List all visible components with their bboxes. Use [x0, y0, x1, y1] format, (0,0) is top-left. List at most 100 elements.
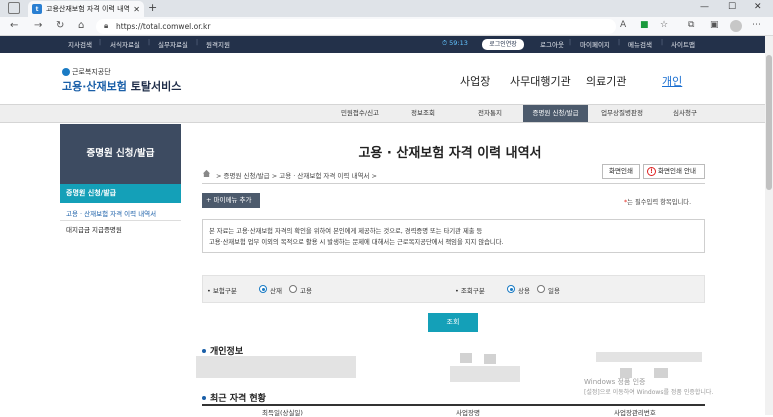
- windows-activation-watermark-text: [설정]으로 이동하여 Windows를 정품 인증합니다.: [584, 389, 714, 396]
- print-guide-label: 화면인쇄 안내: [658, 167, 696, 175]
- browser-tab-bar: t 고용산재보험 자격 이력 내역서 ✕ + — ☐ ✕: [0, 0, 773, 17]
- menu-certificate[interactable]: 증명원 신청/발급: [523, 105, 588, 122]
- sidebar-icon[interactable]: ▣: [710, 20, 719, 30]
- more-options-icon[interactable]: ⋯: [752, 20, 761, 30]
- sidebar-item-qualification-history[interactable]: 고용 · 산재보험 자격 이력 내역서: [60, 208, 181, 218]
- tab-close-icon[interactable]: ✕: [133, 5, 140, 14]
- gnb-agency[interactable]: 사무대행기관: [510, 73, 571, 89]
- extension-icon[interactable]: ■: [640, 20, 649, 30]
- url-text: https://total.comwel.or.kr: [116, 22, 211, 31]
- sidebar-selected-category[interactable]: 증명원 신청/발급: [60, 184, 181, 203]
- radio-industrial[interactable]: [259, 285, 267, 293]
- menu-occupational-disease[interactable]: 업무상질병판정: [592, 105, 652, 122]
- forward-icon[interactable]: →: [34, 20, 42, 31]
- profile-avatar[interactable]: [730, 20, 742, 32]
- breadcrumb-sep: >: [216, 172, 222, 180]
- breadcrumb-item-current[interactable]: 고용 · 산재보험 자격 이력 내역서: [279, 172, 369, 180]
- topbar-link-forms[interactable]: 서식자료실: [110, 39, 140, 49]
- required-field-note: *는 필수입력 항목입니다.: [624, 197, 691, 206]
- session-timer-value: 59:13: [449, 39, 468, 47]
- section-bullet-icon: [202, 396, 206, 400]
- redacted-personal-info: [196, 356, 356, 378]
- radio-employment[interactable]: [289, 285, 297, 293]
- radio-regular[interactable]: [507, 285, 515, 293]
- notice-box: 본 자료는 고용·산재보험 자격의 확인을 위하여 본인에게 제공하는 것으로,…: [202, 219, 705, 253]
- org-name: 근로복지공단: [72, 68, 111, 76]
- breadcrumb-item-category[interactable]: 증명원 신청/발급: [224, 172, 270, 180]
- redacted-personal-info: [450, 366, 520, 382]
- menu-e-notice[interactable]: 전자통지: [460, 105, 520, 122]
- redacted-block: [460, 353, 472, 363]
- print-screen-button[interactable]: 화면인쇄: [602, 164, 640, 179]
- service-name-b: 토탈서비스: [126, 80, 182, 93]
- notice-line-1: 본 자료는 고용·산재보험 자격의 확인을 위하여 본인에게 제공하는 것으로,…: [209, 228, 483, 235]
- topbar-separator: |: [99, 39, 102, 46]
- site-favicon-icon: t: [32, 4, 42, 14]
- login-extend-button[interactable]: 로그인연장: [482, 39, 524, 50]
- url-field[interactable]: https://total.comwel.or.kr: [96, 19, 616, 34]
- notice-line-2: 고용·산재보험 업무 이외의 목적으로 활용 시 발생하는 문제에 대해서는 근…: [209, 239, 504, 246]
- radio-regular-label[interactable]: 상용: [518, 285, 530, 295]
- menu-review-request[interactable]: 심사청구: [660, 105, 710, 122]
- sidebar-item-payment-certificate[interactable]: 대지급금 지급증명원: [60, 224, 181, 234]
- radio-daily[interactable]: [537, 285, 545, 293]
- gnb-workplace[interactable]: 사업장: [460, 73, 490, 89]
- browser-tab[interactable]: t 고용산재보험 자격 이력 내역서 ✕: [28, 1, 144, 17]
- radio-industrial-label[interactable]: 산재: [270, 285, 282, 295]
- breadcrumb: > 증명원 신청/발급 > 고용 · 산재보험 자격 이력 내역서 >: [202, 170, 377, 180]
- menu-search-link[interactable]: 메뉴검색: [628, 39, 652, 49]
- windows-activation-watermark-title: Windows 정품 인증: [584, 378, 646, 386]
- table-header-workplace-number: 사업장관리번호: [614, 409, 656, 417]
- collections-icon[interactable]: ⧉: [688, 20, 694, 30]
- radio-daily-label[interactable]: 일용: [548, 285, 560, 295]
- title-divider: [202, 183, 705, 184]
- sitemap-link[interactable]: 사이트맵: [671, 39, 695, 49]
- add-mymenu-button[interactable]: + 마이메뉴 추가: [202, 193, 260, 208]
- redacted-personal-info: [596, 352, 702, 362]
- sidebar-title: 증명원 신청/발급: [60, 124, 181, 184]
- radio-employment-label[interactable]: 고용: [300, 285, 312, 295]
- refresh-icon[interactable]: ↻: [56, 20, 64, 31]
- topbar-link-branch[interactable]: 지사검색: [68, 39, 92, 49]
- redacted-block: [484, 354, 496, 364]
- address-bar-row: ← → ↻ ⌂ https://total.comwel.or.kr 🔒︎ A …: [0, 17, 773, 36]
- insurance-type-label: • 보험구분: [207, 287, 237, 295]
- topbar-separator: |: [569, 39, 572, 46]
- lock-icon[interactable]: 🔒︎: [104, 21, 108, 31]
- topbar-separator: |: [618, 39, 621, 46]
- topbar-separator: |: [196, 39, 199, 46]
- menu-civil-complaint[interactable]: 민원접수/신고: [328, 105, 392, 122]
- logout-link[interactable]: 로그아웃: [540, 39, 564, 49]
- table-header-workplace: 사업장명: [456, 409, 480, 417]
- inquiry-type-label: • 조회구분: [455, 287, 485, 295]
- favorites-star-icon[interactable]: ☆: [660, 20, 668, 30]
- gnb-medical[interactable]: 의료기관: [586, 73, 626, 89]
- mypage-link[interactable]: 마이페이지: [580, 39, 610, 49]
- page-scrollbar-thumb[interactable]: [766, 55, 772, 190]
- topbar-separator: |: [661, 39, 664, 46]
- comwel-logo-icon: [62, 68, 70, 76]
- gnb-personal[interactable]: 개인: [662, 73, 682, 89]
- window-menu-icon[interactable]: [8, 2, 20, 14]
- read-aloud-icon[interactable]: A: [620, 20, 626, 30]
- home-browser-icon[interactable]: ⌂: [78, 20, 84, 31]
- search-form: • 보험구분 산재 고용 • 조회구분 상용 일용: [202, 275, 705, 303]
- topbar-link-practice[interactable]: 실무자료실: [158, 39, 188, 49]
- topbar-link-remote[interactable]: 원격지원: [206, 39, 230, 49]
- site-top-bar: 지사검색 | 서식자료실 | 실무자료실 | 원격지원 ⏱ 59:13 로그인연…: [0, 36, 765, 53]
- org-logo[interactable]: 근로복지공단: [62, 67, 111, 77]
- section-bullet-icon: [202, 349, 206, 353]
- minimize-icon[interactable]: —: [700, 2, 709, 12]
- maximize-icon[interactable]: ☐: [728, 2, 736, 12]
- query-button[interactable]: 조회: [428, 313, 478, 332]
- sidebar-divider: [60, 220, 181, 221]
- menu-info-inquiry[interactable]: 정보조회: [398, 105, 448, 122]
- window-close-icon[interactable]: ✕: [754, 2, 762, 12]
- back-icon[interactable]: ←: [10, 20, 18, 31]
- service-logo[interactable]: 고용·산재보험 토탈서비스: [62, 78, 181, 94]
- table-top-border: [202, 404, 705, 406]
- new-tab-icon[interactable]: +: [148, 1, 157, 14]
- session-timer: ⏱ 59:13: [442, 39, 468, 47]
- breadcrumb-sep: >: [271, 172, 278, 180]
- topbar-separator: |: [148, 39, 151, 46]
